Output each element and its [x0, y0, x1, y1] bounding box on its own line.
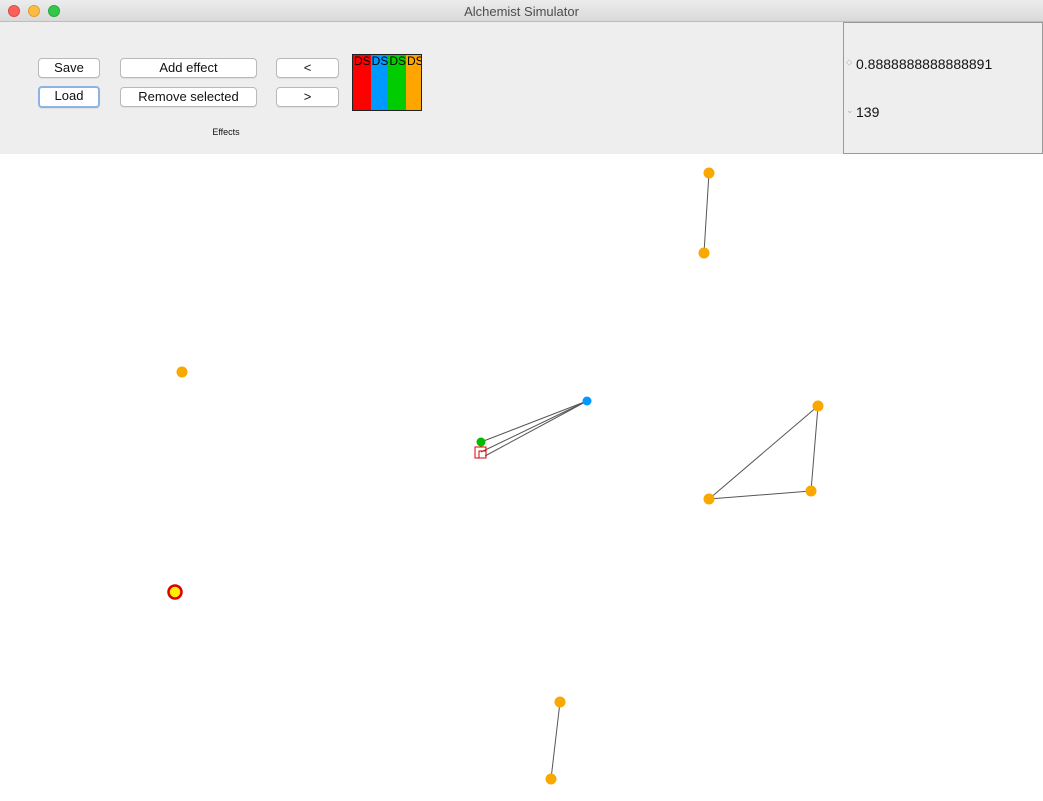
edge [480, 400, 588, 443]
next-effect-button[interactable]: > [276, 87, 339, 107]
node-orange[interactable] [805, 485, 817, 497]
node-green[interactable] [476, 437, 486, 447]
simulation-canvas[interactable] [0, 154, 1043, 801]
node-blue[interactable] [582, 396, 592, 406]
highlighted-node[interactable] [167, 584, 183, 600]
edge [550, 701, 561, 780]
save-button[interactable]: Save [38, 58, 100, 78]
effect-stripe-orange-label: DS [407, 54, 421, 68]
node-orange[interactable] [545, 773, 557, 785]
node-orange[interactable] [554, 696, 566, 708]
node-orange[interactable] [703, 493, 715, 505]
effect-stripe-red: DS [353, 55, 371, 110]
node-orange[interactable] [698, 247, 710, 259]
remove-selected-button[interactable]: Remove selected [120, 87, 257, 107]
edge [810, 405, 819, 492]
effect-stripe-green: DS [388, 54, 407, 110]
value-spinner-2-value: 139 [856, 104, 880, 120]
spinner-arrow-down-icon[interactable]: ⌄ [846, 105, 854, 116]
edge [484, 400, 588, 457]
value-spinner-1-value: 0.8888888888888891 [856, 56, 993, 72]
edge [708, 405, 819, 500]
effect-stripe-red-label: DS [354, 54, 371, 68]
effect-color-preview: DS DS DS DS [352, 54, 422, 111]
effects-label: Effects [212, 127, 240, 137]
effect-stripe-blue-label: DS [371, 54, 389, 68]
node-orange[interactable] [176, 366, 188, 378]
effect-stripe-green-label: DS [389, 54, 407, 68]
node-orange[interactable] [812, 400, 824, 412]
simulation-graph[interactable] [0, 154, 1043, 801]
edge [708, 490, 812, 500]
selected-node-marker[interactable] [474, 446, 487, 459]
graph-edges [480, 172, 819, 780]
title-bar: Alchemist Simulator [0, 0, 1043, 22]
effect-stripe-orange: DS [406, 54, 421, 110]
spinner-arrows-icon[interactable]: ⬦ [846, 57, 852, 68]
edge [480, 400, 588, 453]
properties-panel: ⬦ 0.8888888888888891 ⌄ 139 [843, 22, 1043, 154]
add-effect-button[interactable]: Add effect [120, 58, 257, 78]
previous-effect-button[interactable]: < [276, 58, 339, 78]
graph-nodes [167, 167, 824, 785]
effect-stripe-blue: DS [370, 54, 389, 110]
edge [703, 172, 710, 254]
load-button[interactable]: Load [38, 86, 100, 108]
window-title: Alchemist Simulator [464, 4, 579, 19]
node-orange[interactable] [703, 167, 715, 179]
